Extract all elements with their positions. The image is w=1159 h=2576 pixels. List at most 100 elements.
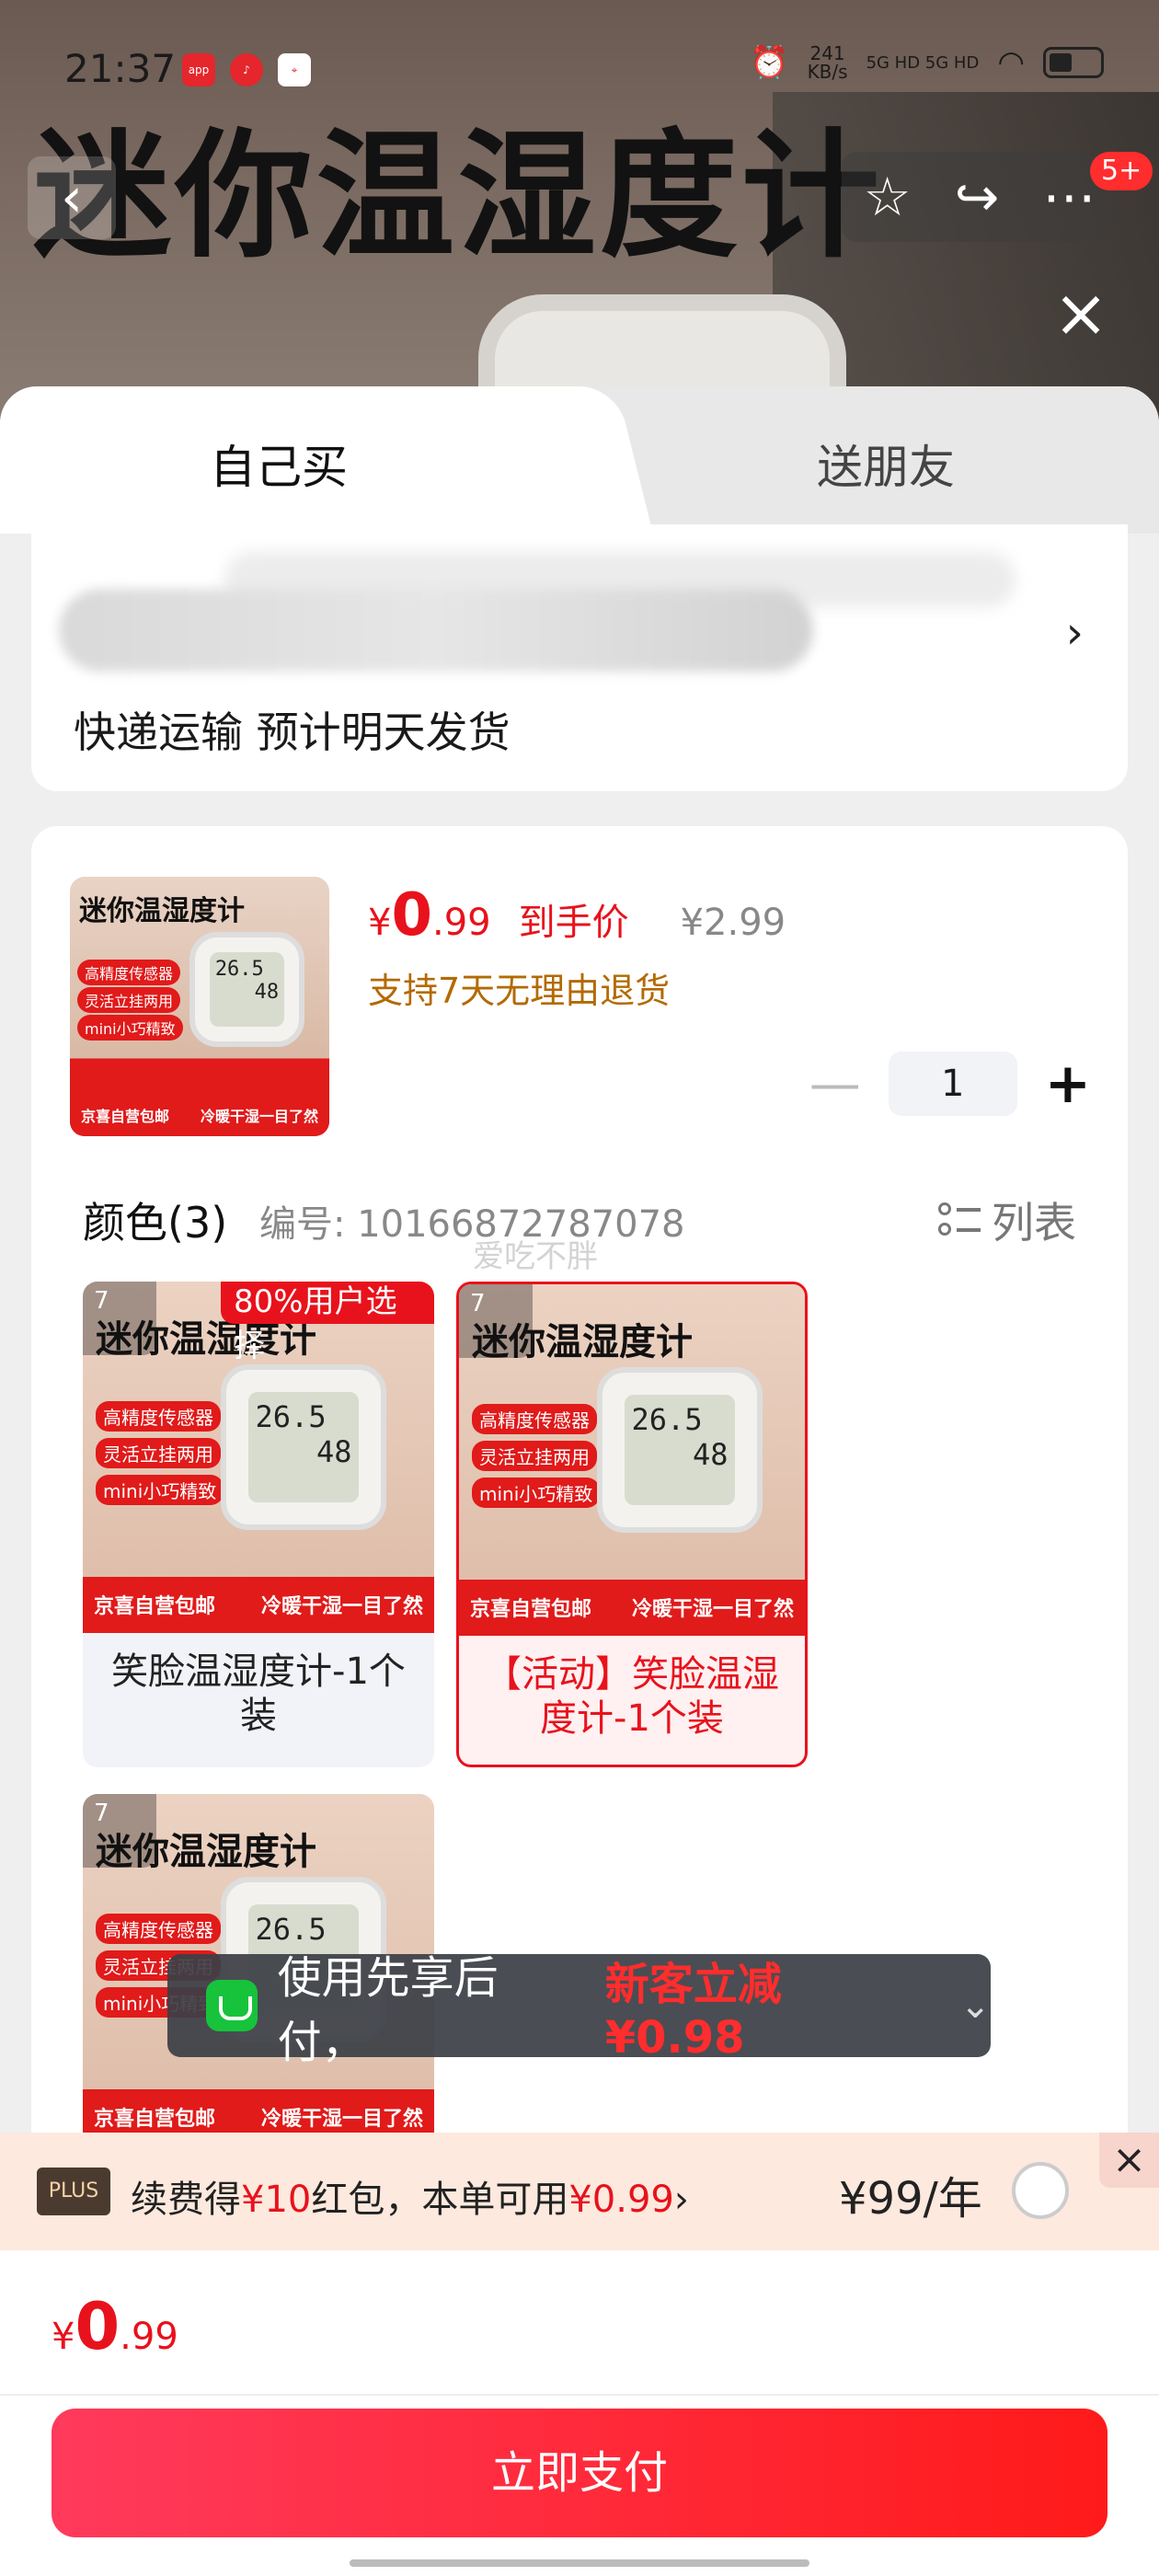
option-name: 笑脸温湿度计-1个装 — [111, 1650, 406, 1737]
chevron-double-down-icon: ⌄ — [959, 1984, 991, 2027]
plus-membership-bar[interactable]: PLUS 续费得¥10红包，本单可用¥0.99› ¥99/年 × — [0, 2133, 1159, 2250]
option-image-title: 迷你温湿度计 — [472, 1321, 693, 1363]
lcd-temp: 26.5 — [214, 957, 264, 981]
color-heading: 颜色(3) — [83, 1198, 228, 1248]
chevron-right-icon: › — [1065, 607, 1084, 659]
watermark: 爱吃不胖 — [473, 1238, 598, 1275]
pay-later-toast[interactable]: 使用先享后付， 新客立减¥0.98 ⌄ — [167, 1952, 991, 2068]
feature-pill: 灵活立挂两用 — [96, 1438, 221, 1468]
wifi-icon: ◠ — [997, 44, 1025, 81]
total-dec: .99 — [120, 2316, 178, 2358]
thermometer-image: 26.5 48 — [221, 1364, 386, 1530]
chevron-right-icon: › — [673, 2179, 689, 2221]
back-button[interactable]: ‹ — [28, 156, 116, 239]
strip-left: 京喜自营包邮 — [94, 1595, 216, 1619]
plus-radio[interactable] — [1012, 2162, 1069, 2219]
hot-badge: 80%用户选择 — [221, 1282, 434, 1364]
lcd-readout: 26.5 48 — [247, 1391, 360, 1503]
minus-button[interactable]: — — [809, 1054, 861, 1114]
total-price: ¥0.99 — [52, 2289, 178, 2364]
price-int: 0 — [391, 881, 432, 949]
total-symbol: ¥ — [52, 2316, 75, 2358]
price-display: ¥0.99 — [368, 881, 491, 949]
original-price: ¥2.99 — [680, 902, 786, 944]
alarm-icon: ⏰ — [750, 44, 789, 81]
chevron-left-icon: ‹ — [61, 166, 83, 230]
feature-pill: mini小巧精致 — [77, 1015, 183, 1041]
feature-pill: 灵活立挂两用 — [77, 987, 181, 1013]
map-pin-icon: ⌖ — [278, 53, 311, 86]
home-indicator — [350, 2559, 809, 2567]
thermometer-image: 26.5 48 — [189, 932, 304, 1047]
option-name: 【活动】笑脸温湿度计-1个装 — [485, 1653, 779, 1740]
lcd-temp: 26.5 — [631, 1401, 703, 1437]
close-icon[interactable]: × — [1049, 280, 1113, 346]
price-symbol: ¥ — [368, 902, 392, 944]
strip-left: 京喜自营包邮 — [470, 1598, 592, 1622]
checkout-footer: ¥0.99 立即支付 — [0, 2250, 1159, 2576]
total-int: 0 — [75, 2289, 120, 2364]
more-icon[interactable]: ⋯ — [1042, 166, 1096, 228]
purchase-tabs: 自己买 送朋友 — [0, 386, 1159, 534]
battery-icon — [1043, 47, 1104, 78]
list-view-label: 列表 — [992, 1198, 1076, 1248]
color-option[interactable]: 80%用户选择 7 迷你温湿度计 高精度传感器 灵活立挂两用 mini小巧精致 … — [83, 1282, 434, 1767]
tab-gift-label[interactable]: 送朋友 — [817, 431, 955, 497]
feature-pill: mini小巧精致 — [96, 1475, 224, 1505]
price-label: 到手价 — [518, 902, 629, 944]
product-thumbnail: 迷你温湿度计 高精度传感器 灵活立挂两用 mini小巧精致 26.5 48 京喜… — [70, 877, 329, 1136]
status-bar: 21:37 app ♪ ⌖ ⏰ 241 KB/s 5G HD 5G HD ◠ — [0, 37, 1159, 110]
status-indicators: ⏰ 241 KB/s 5G HD 5G HD ◠ — [750, 44, 1104, 81]
status-time: 21:37 — [64, 46, 177, 91]
pay-now-button[interactable]: 立即支付 — [52, 2409, 1107, 2537]
color-option-selected[interactable]: 7 迷你温湿度计 高精度传感器 灵活立挂两用 mini小巧精致 26.5 48 … — [456, 1282, 808, 1767]
share-icon[interactable]: ↪ — [955, 166, 1000, 228]
thumb-title: 迷你温湿度计 — [79, 895, 245, 927]
address-card[interactable]: › 快递运输 预计明天发货 — [31, 524, 1128, 791]
strip-left: 京喜自营包邮 — [81, 1108, 170, 1126]
net-speed: 241 KB/s — [807, 42, 848, 83]
price-row: ¥0.99 到手价 ¥2.99 — [368, 881, 786, 949]
strip-right: 冷暖干湿一目了然 — [260, 2108, 423, 2132]
plus-price: ¥99/年 — [839, 2173, 982, 2225]
banner-headline: 迷你温湿度计 — [33, 117, 884, 277]
plus-text-1: 续费得 — [131, 2179, 241, 2221]
plus-text-2: 红包，本单可用 — [311, 2179, 569, 2221]
lcd-humidity: 48 — [316, 1433, 352, 1469]
app-notification-icon: app — [182, 53, 215, 86]
lcd-readout: 26.5 48 — [624, 1394, 736, 1506]
message-badge: 5+ — [1090, 152, 1153, 190]
signal-text: 5G HD 5G HD — [866, 52, 980, 73]
quantity-input[interactable]: 1 — [888, 1052, 1017, 1116]
return-policy: 支持7天无理由退货 — [368, 971, 671, 1011]
plus-red-1: ¥10 — [241, 2179, 312, 2221]
star-icon[interactable]: ☆ — [864, 166, 912, 228]
feature-pill: 高精度传感器 — [96, 1914, 221, 1944]
quantity-stepper: — 1 + — [809, 1052, 1091, 1116]
lcd-humidity: 48 — [254, 980, 280, 1004]
shipping-info: 快递运输 预计明天发货 — [74, 707, 511, 757]
nav-actions: ☆ ↪ ⋯ — [842, 152, 1118, 242]
option-image: 7 迷你温湿度计 高精度传感器 灵活立挂两用 mini小巧精致 26.5 48 … — [459, 1284, 805, 1636]
tab-self-label[interactable]: 自己买 — [210, 431, 348, 497]
feature-pill: 高精度传感器 — [472, 1404, 597, 1434]
lcd-temp: 26.5 — [255, 1398, 327, 1434]
price-dec: .99 — [431, 902, 491, 944]
promo-strip: 京喜自营包邮 冷暖干湿一目了然 — [83, 1576, 434, 1633]
toast-promo: 新客立减¥0.98 — [604, 1959, 782, 2064]
feature-pill: 高精度传感器 — [77, 960, 181, 985]
lcd-readout: 26.5 48 — [209, 951, 285, 1028]
divider — [0, 2394, 1159, 2396]
feature-pill: 高精度传感器 — [96, 1401, 221, 1432]
list-view-toggle[interactable]: 列表 — [938, 1190, 1076, 1250]
shopping-bag-icon — [206, 1980, 258, 2031]
feature-pill: mini小巧精致 — [472, 1478, 601, 1508]
plus-tag: PLUS — [37, 2168, 110, 2215]
close-icon[interactable]: × — [1099, 2133, 1159, 2188]
thermometer-image: 26.5 48 — [597, 1367, 763, 1533]
promo-strip: 京喜自营包邮 冷暖干湿一目了然 — [70, 1094, 329, 1136]
strip-left: 京喜自营包邮 — [94, 2108, 216, 2132]
list-icon — [938, 1199, 981, 1241]
plus-button[interactable]: + — [1045, 1052, 1091, 1116]
feature-pill: 灵活立挂两用 — [472, 1441, 597, 1471]
